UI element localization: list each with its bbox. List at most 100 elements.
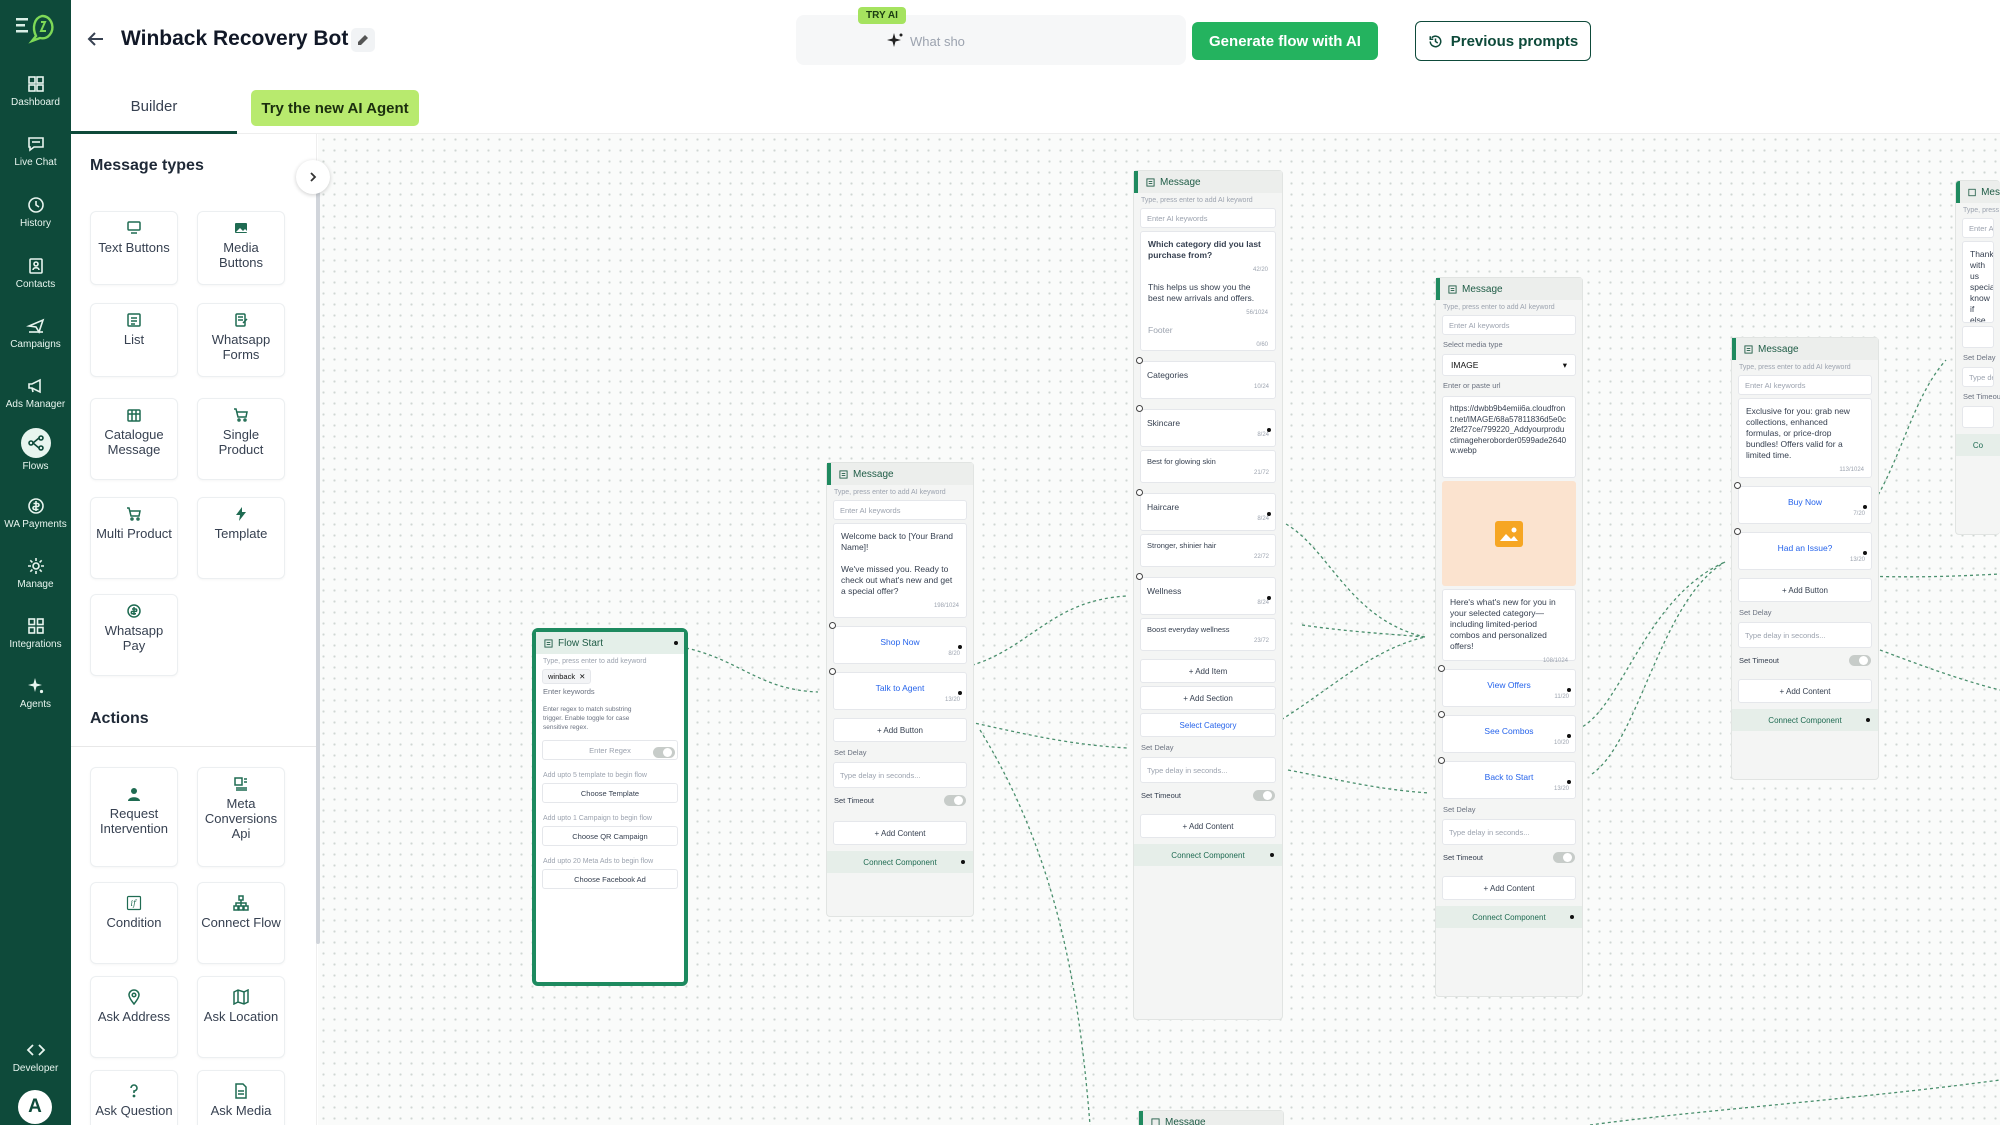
add-button[interactable]: + Add Button: [1738, 578, 1872, 602]
blank-field[interactable]: [1962, 406, 1994, 428]
reply-button-view-offers[interactable]: View Offers 11/20: [1438, 665, 1576, 707]
list-item-description[interactable]: Stronger, shinier hair 22/72: [1140, 534, 1276, 567]
tile-condition[interactable]: if Condition: [90, 882, 178, 964]
message-text[interactable]: Exclusive for you: grab new collections,…: [1738, 398, 1872, 478]
list-item-description[interactable]: Boost everyday wellness 23/72: [1140, 618, 1276, 651]
tile-list[interactable]: List: [90, 303, 178, 377]
tile-text-buttons[interactable]: Text Buttons: [90, 211, 178, 285]
tab-ai-agent[interactable]: Try the new AI Agent: [251, 90, 419, 126]
list-item-haircare[interactable]: Haircare 8/24: [1136, 489, 1276, 531]
avatar[interactable]: A: [18, 1090, 52, 1124]
nav-integrations[interactable]: Integrations: [0, 610, 71, 666]
ai-keyword-input[interactable]: Enter AI keywords: [1140, 208, 1276, 228]
input-handle[interactable]: [829, 668, 836, 675]
timeout-toggle[interactable]: [944, 795, 966, 806]
output-handle[interactable]: [674, 641, 678, 645]
nav-history[interactable]: History: [0, 189, 71, 245]
delay-input[interactable]: Type de: [1962, 367, 1994, 387]
delay-input[interactable]: Type delay in seconds...: [1738, 622, 1872, 648]
list-item-skincare[interactable]: Skincare 8/24: [1136, 405, 1276, 447]
case-sensitive-toggle[interactable]: [653, 747, 675, 758]
nav-flows[interactable]: Flows: [0, 428, 71, 484]
timeout-toggle[interactable]: [1253, 790, 1275, 801]
reply-button-back-to-start[interactable]: Back to Start 13/20: [1438, 757, 1576, 799]
message-node-partial[interactable]: Mes Type, press Enter AI k Thank with us…: [1955, 180, 2000, 535]
sidebar-scrollbar[interactable]: [316, 174, 320, 944]
timeout-toggle[interactable]: [1849, 655, 1871, 666]
reply-button-had-an-issue[interactable]: Had an Issue? 13/20: [1734, 528, 1872, 570]
tile-catalogue-message[interactable]: Catalogue Message: [90, 398, 178, 480]
connect-component-button[interactable]: Co: [1956, 434, 2000, 456]
output-handle[interactable]: [1267, 428, 1271, 432]
nav-wa-payments[interactable]: WA Payments: [0, 490, 71, 546]
output-handle[interactable]: [961, 860, 965, 864]
output-handle[interactable]: [1567, 688, 1571, 692]
list-message-text[interactable]: Which category did you last purchase fro…: [1140, 231, 1276, 351]
tile-ask-question[interactable]: Ask Question: [90, 1070, 178, 1125]
tile-ask-media[interactable]: Ask Media: [197, 1070, 285, 1125]
add-content-button[interactable]: + Add Content: [1738, 679, 1872, 703]
choose-campaign-button[interactable]: Choose QR Campaign: [542, 826, 678, 846]
list-item-description[interactable]: Best for glowing skin 21/72: [1140, 450, 1276, 483]
media-url-input[interactable]: https://dwbb9b4emii6a.cloudfront.net/IMA…: [1442, 396, 1576, 478]
ai-keyword-input[interactable]: Enter AI keywords: [1442, 315, 1576, 335]
media-type-select[interactable]: IMAGE ▾: [1442, 354, 1576, 376]
select-category-button[interactable]: Select Category: [1140, 713, 1276, 737]
list-section-title[interactable]: Categories 10/24: [1136, 357, 1276, 399]
output-handle[interactable]: [1567, 780, 1571, 784]
output-handle[interactable]: [1267, 512, 1271, 516]
add-content-button[interactable]: + Add Content: [1442, 876, 1576, 900]
input-handle[interactable]: [1438, 757, 1445, 764]
ai-keyword-input[interactable]: Enter AI keywords: [1738, 375, 1872, 395]
collapse-sidebar-button[interactable]: [296, 160, 330, 194]
tile-ask-address[interactable]: Ask Address: [90, 976, 178, 1058]
flow-start-header[interactable]: Flow Start: [536, 632, 684, 654]
choose-facebook-ad-button[interactable]: Choose Facebook Ad: [542, 869, 678, 889]
list-item-wellness[interactable]: Wellness 8/24: [1136, 573, 1276, 615]
message-node-media[interactable]: Message Type, press enter to add AI keyw…: [1435, 277, 1583, 997]
message-node-header[interactable]: Message: [1732, 338, 1878, 360]
connect-component-button[interactable]: Connect Component: [1732, 709, 1878, 731]
message-node-header[interactable]: Message: [1134, 171, 1282, 193]
tile-multi-product[interactable]: Multi Product: [90, 497, 178, 579]
message-node-header[interactable]: Message: [1139, 1111, 1283, 1125]
reply-button-talk-to-agent[interactable]: Talk to Agent 13/20: [829, 668, 967, 710]
output-handle[interactable]: [958, 645, 962, 649]
input-handle[interactable]: [1136, 573, 1143, 580]
message-text[interactable]: Welcome back to [Your Brand Name]! We've…: [833, 523, 967, 618]
tab-builder[interactable]: Builder: [71, 82, 237, 134]
message-node-category-list[interactable]: Message Type, press enter to add AI keyw…: [1133, 170, 1283, 1020]
delay-input[interactable]: Type delay in seconds...: [1442, 819, 1576, 845]
blank-field[interactable]: [1962, 326, 1994, 348]
message-node-offer[interactable]: Message Type, press enter to add AI keyw…: [1731, 337, 1879, 780]
tile-whatsapp-forms[interactable]: Whatsapp Forms: [197, 303, 285, 377]
message-node-welcome[interactable]: Message Type, press enter to add AI keyw…: [826, 462, 974, 917]
connect-component-button[interactable]: Connect Component: [827, 851, 973, 873]
input-handle[interactable]: [1734, 482, 1741, 489]
nav-manage[interactable]: Manage: [0, 550, 71, 606]
message-node-header[interactable]: Mes: [1956, 181, 2000, 203]
add-button[interactable]: + Add Button: [833, 718, 967, 742]
reply-button-see-combos[interactable]: See Combos 10/20: [1438, 711, 1576, 753]
input-handle[interactable]: [1734, 528, 1741, 535]
keyword-chip[interactable]: winback ✕: [542, 669, 592, 684]
nav-ads-manager[interactable]: Ads Manager: [0, 370, 71, 426]
brand-logo[interactable]: [14, 12, 58, 44]
choose-template-button[interactable]: Choose Template: [542, 783, 678, 803]
output-handle[interactable]: [958, 691, 962, 695]
tile-request-intervention[interactable]: Request Intervention: [90, 767, 178, 867]
message-node-header[interactable]: Message: [1436, 278, 1582, 300]
tile-media-buttons[interactable]: Media Buttons: [197, 211, 285, 285]
message-node-header[interactable]: Message: [827, 463, 973, 485]
tile-connect-flow[interactable]: Connect Flow: [197, 882, 285, 964]
ai-keyword-input[interactable]: Enter AI k: [1962, 218, 1994, 238]
tile-single-product[interactable]: Single Product: [197, 398, 285, 480]
nav-live-chat[interactable]: Live Chat: [0, 128, 71, 184]
output-handle[interactable]: [1863, 551, 1867, 555]
message-text[interactable]: Thank with us special know if else.: [1962, 241, 1994, 323]
nav-agents[interactable]: Agents: [0, 670, 71, 726]
nav-campaigns[interactable]: Campaigns: [0, 310, 71, 366]
tile-ask-location[interactable]: Ask Location: [197, 976, 285, 1058]
input-handle[interactable]: [1136, 405, 1143, 412]
close-icon[interactable]: ✕: [579, 672, 585, 681]
